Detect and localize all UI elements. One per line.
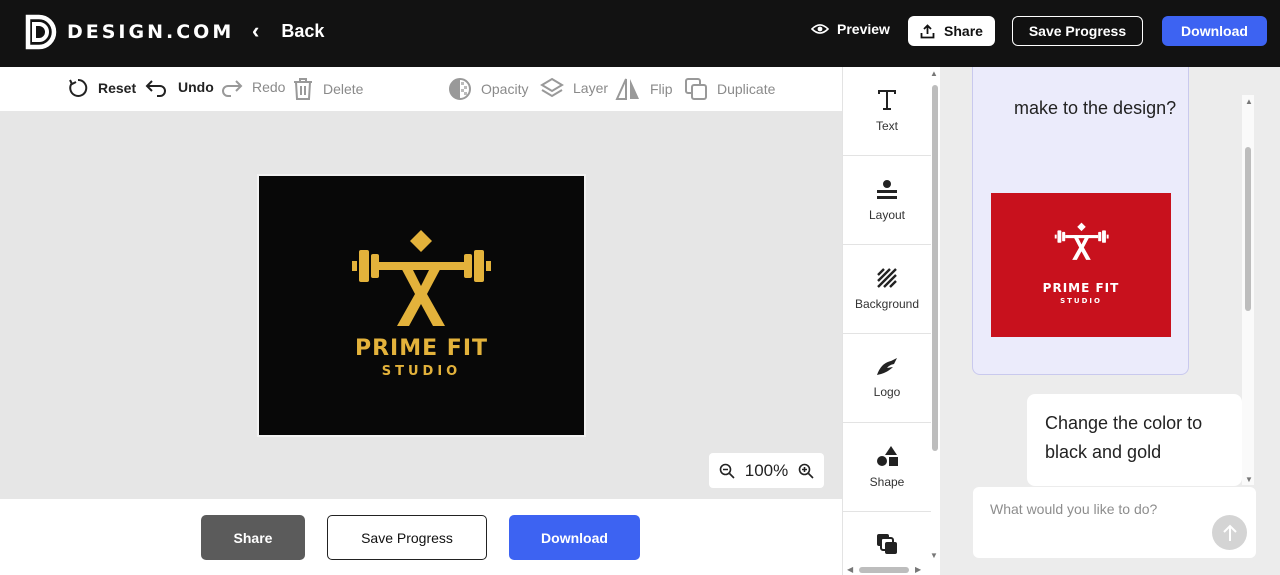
- opacity-label: Opacity: [481, 81, 529, 97]
- zoom-level: 100%: [744, 460, 789, 480]
- redo-button[interactable]: Redo: [219, 77, 285, 97]
- duplicate-button[interactable]: Duplicate: [684, 77, 775, 101]
- duplicate-icon: [685, 78, 707, 100]
- scroll-down-arrow-icon[interactable]: ▼: [930, 551, 938, 560]
- bottom-share-button[interactable]: Share: [201, 515, 305, 560]
- save-progress-button[interactable]: Save Progress: [1012, 16, 1143, 46]
- bottom-download-button[interactable]: Download: [509, 515, 640, 560]
- side-tools-scrollbar[interactable]: [932, 85, 938, 451]
- side-tools-panel: Text Layout Background Logo Shape ▲ ▼ ◀ …: [842, 67, 940, 575]
- trash-icon: [294, 78, 312, 100]
- side-tool-layout[interactable]: Layout: [843, 156, 931, 245]
- chat-scroll-down-icon[interactable]: ▼: [1245, 475, 1253, 484]
- flip-button[interactable]: Flip: [615, 77, 673, 101]
- download-button[interactable]: Download: [1162, 16, 1267, 46]
- design-com-logo-icon: [25, 14, 57, 50]
- redo-label: Redo: [252, 79, 286, 95]
- chat-input[interactable]: [990, 501, 1190, 517]
- side-tool-logo[interactable]: Logo: [843, 334, 931, 423]
- side-tools-horizontal-scrollbar[interactable]: [859, 567, 909, 573]
- logo-name-text[interactable]: PRIME FIT: [259, 336, 584, 361]
- preview-label: Preview: [837, 21, 890, 37]
- logo-icon: [877, 358, 897, 375]
- chat-input-box: [973, 487, 1256, 558]
- background-icon: [877, 268, 897, 288]
- flip-icon: [615, 78, 639, 100]
- edit-toolbar: Reset Undo Redo Delete Opacity Layer Fli…: [0, 67, 842, 111]
- back-label: Back: [281, 20, 325, 41]
- share-label: Share: [944, 23, 983, 39]
- bottom-action-bar: Share Save Progress Download: [0, 499, 842, 575]
- arrow-up-icon: [1222, 524, 1237, 541]
- assistant-message-bubble: make to the design? PRIME FIT STUDIO: [972, 67, 1189, 375]
- zoom-control: 100%: [709, 453, 824, 488]
- side-tool-shape-label: Shape: [869, 475, 905, 489]
- assistant-message-text: make to the design?: [1014, 98, 1177, 118]
- reset-label: Reset: [98, 80, 137, 96]
- preview-button[interactable]: Preview: [811, 21, 890, 37]
- weightlifter-logo-mark: [352, 230, 491, 326]
- layer-icon: [540, 77, 564, 98]
- logo-artboard[interactable]: PRIME FIT STUDIO: [259, 176, 584, 435]
- scroll-left-arrow-icon[interactable]: ◀: [847, 565, 853, 574]
- brand-name: DESIGN.COM: [67, 21, 235, 43]
- delete-label: Delete: [323, 81, 364, 97]
- scroll-right-arrow-icon[interactable]: ▶: [915, 565, 921, 574]
- user-message-bubble: Change the color to black and gold: [1027, 394, 1242, 486]
- undo-label: Undo: [178, 79, 214, 95]
- design-preview-card[interactable]: PRIME FIT STUDIO: [991, 193, 1171, 337]
- delete-button[interactable]: Delete: [292, 77, 363, 101]
- duplicate-label: Duplicate: [717, 81, 776, 97]
- bottom-save-progress-button[interactable]: Save Progress: [327, 515, 487, 560]
- side-tool-background-label: Background: [854, 297, 920, 311]
- chat-scrollbar[interactable]: [1245, 147, 1251, 311]
- layout-icon: [877, 180, 897, 199]
- layer-button[interactable]: Layer: [540, 77, 608, 99]
- back-button[interactable]: ‹ Back: [252, 20, 324, 42]
- shape-icon: [877, 446, 898, 466]
- zoom-out-icon[interactable]: [719, 463, 735, 479]
- side-tool-layout-label: Layout: [868, 208, 906, 222]
- text-icon: [878, 90, 896, 110]
- reset-icon: [69, 78, 88, 97]
- side-tool-text-label: Text: [875, 119, 898, 133]
- undo-icon: [145, 80, 166, 97]
- layer-label: Layer: [573, 80, 609, 96]
- scroll-up-arrow-icon[interactable]: ▲: [930, 69, 938, 78]
- share-button[interactable]: Share: [908, 16, 995, 46]
- flip-label: Flip: [650, 81, 673, 97]
- undo-button[interactable]: Undo: [145, 77, 214, 97]
- send-button[interactable]: [1212, 515, 1247, 550]
- opacity-button[interactable]: Opacity: [448, 77, 528, 101]
- top-bar: DESIGN.COM ‹ Back Preview Share Save Pro…: [0, 0, 1280, 67]
- reset-button[interactable]: Reset: [67, 77, 136, 99]
- preview-logo-tagline: STUDIO: [1060, 297, 1102, 305]
- chevron-left-icon: ‹: [252, 18, 260, 43]
- eye-icon: [811, 24, 829, 34]
- upload-icon: [920, 23, 935, 38]
- side-tool-shape[interactable]: Shape: [843, 423, 931, 512]
- side-tool-logo-label: Logo: [873, 385, 901, 399]
- redo-icon: [222, 80, 243, 97]
- side-tool-background[interactable]: Background: [843, 245, 931, 334]
- weightlifter-logo-mark: [1054, 222, 1109, 260]
- side-tool-text[interactable]: Text: [843, 67, 931, 156]
- zoom-in-icon[interactable]: [798, 463, 814, 479]
- opacity-icon: [449, 78, 471, 100]
- logo-tagline-text[interactable]: STUDIO: [259, 364, 584, 379]
- brand-logo[interactable]: DESIGN.COM: [25, 14, 234, 50]
- preview-logo-name: PRIME FIT: [1042, 281, 1120, 295]
- chat-scroll-up-icon[interactable]: ▲: [1245, 97, 1253, 106]
- layers-icon: [877, 534, 897, 554]
- ai-chat-panel: ▲ ▼ make to the design? PRIME FIT STUDIO…: [940, 67, 1280, 575]
